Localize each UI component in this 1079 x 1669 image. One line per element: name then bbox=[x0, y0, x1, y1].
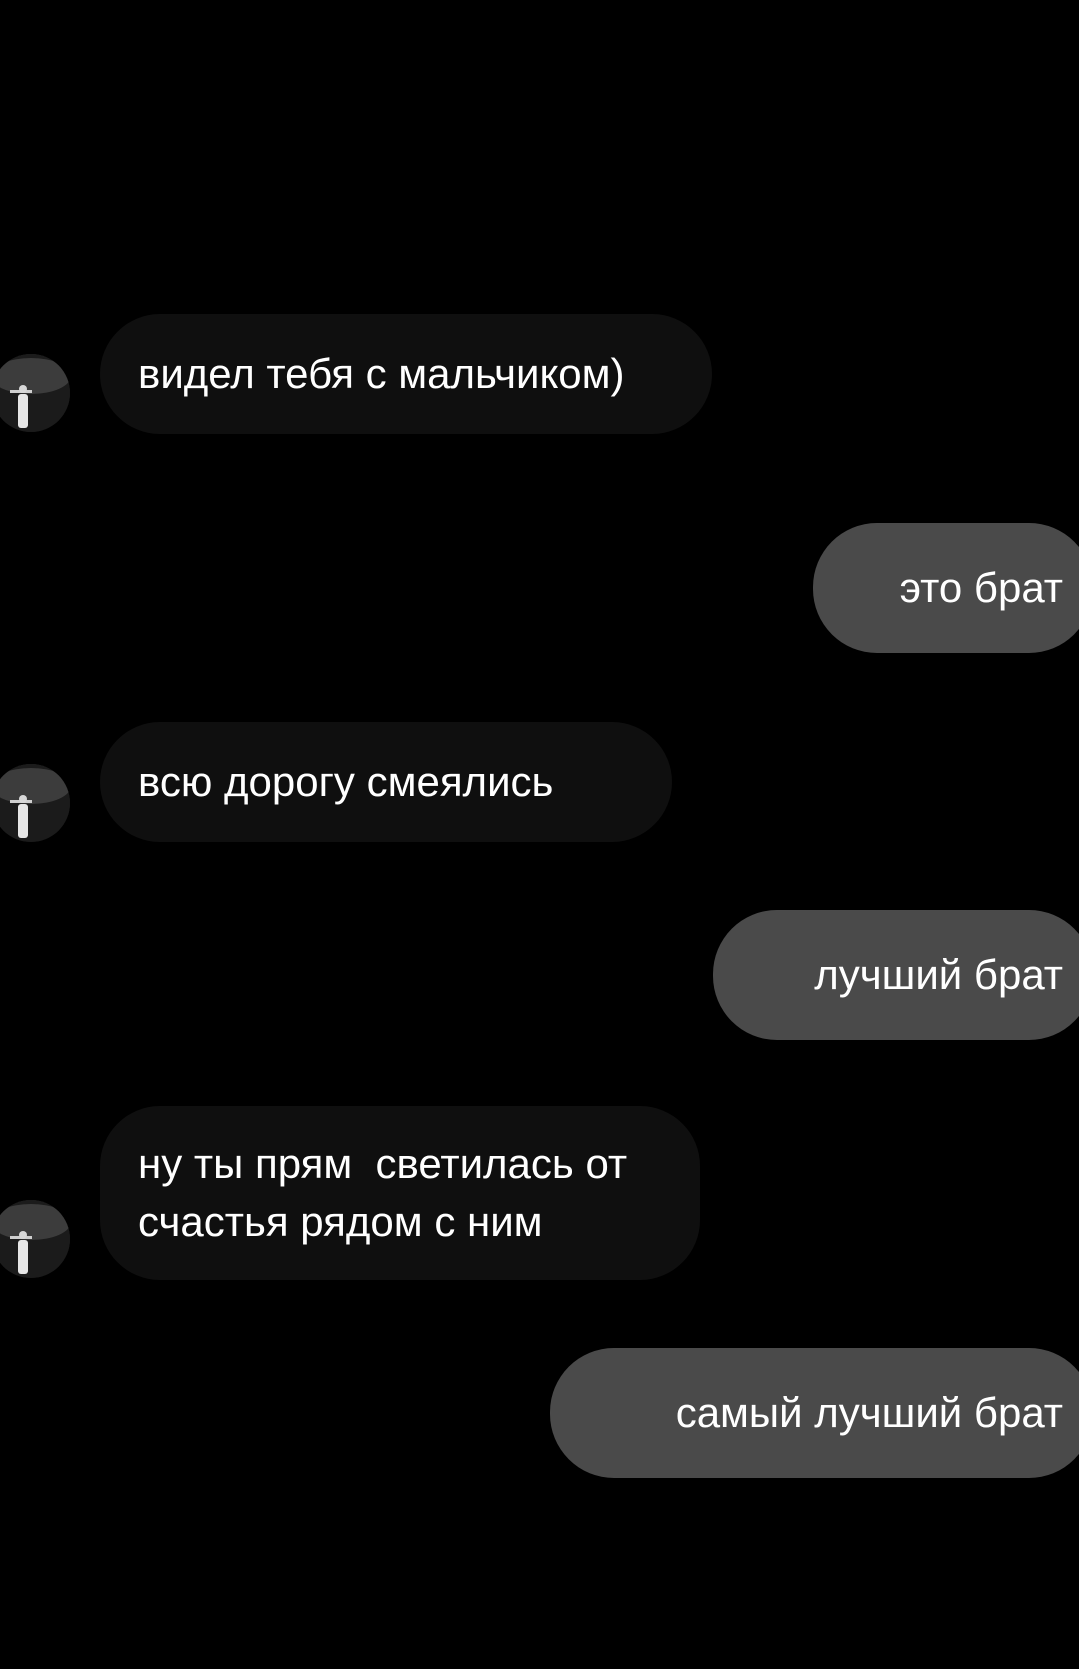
contact-avatar-icon[interactable] bbox=[0, 1200, 70, 1278]
message-text: ну ты прям светилась от счастья рядом с … bbox=[138, 1140, 628, 1245]
message-text: всю дорогу смеялись bbox=[138, 758, 554, 805]
message-bubble-incoming[interactable]: видел тебя с мальчиком) bbox=[100, 314, 712, 434]
contact-avatar-icon[interactable] bbox=[0, 354, 70, 432]
contact-avatar-icon[interactable] bbox=[0, 764, 70, 842]
chat-thread: видел тебя с мальчиком) это брат всю дор… bbox=[0, 0, 1079, 1669]
avatar-photo bbox=[0, 764, 70, 842]
message-text: это брат bbox=[899, 564, 1063, 611]
message-text: лучший брат bbox=[814, 951, 1063, 998]
message-text: видел тебя с мальчиком) bbox=[138, 350, 625, 397]
message-bubble-incoming[interactable]: ну ты прям светилась от счастья рядом с … bbox=[100, 1106, 700, 1280]
message-bubble-outgoing[interactable]: лучший брат bbox=[713, 910, 1079, 1040]
avatar-photo bbox=[0, 354, 70, 432]
avatar-photo bbox=[0, 1200, 70, 1278]
message-bubble-incoming[interactable]: всю дорогу смеялись bbox=[100, 722, 672, 842]
message-text: самый лучший брат bbox=[675, 1389, 1063, 1436]
message-bubble-outgoing[interactable]: это брат bbox=[813, 523, 1079, 653]
message-bubble-outgoing[interactable]: самый лучший брат bbox=[550, 1348, 1079, 1478]
